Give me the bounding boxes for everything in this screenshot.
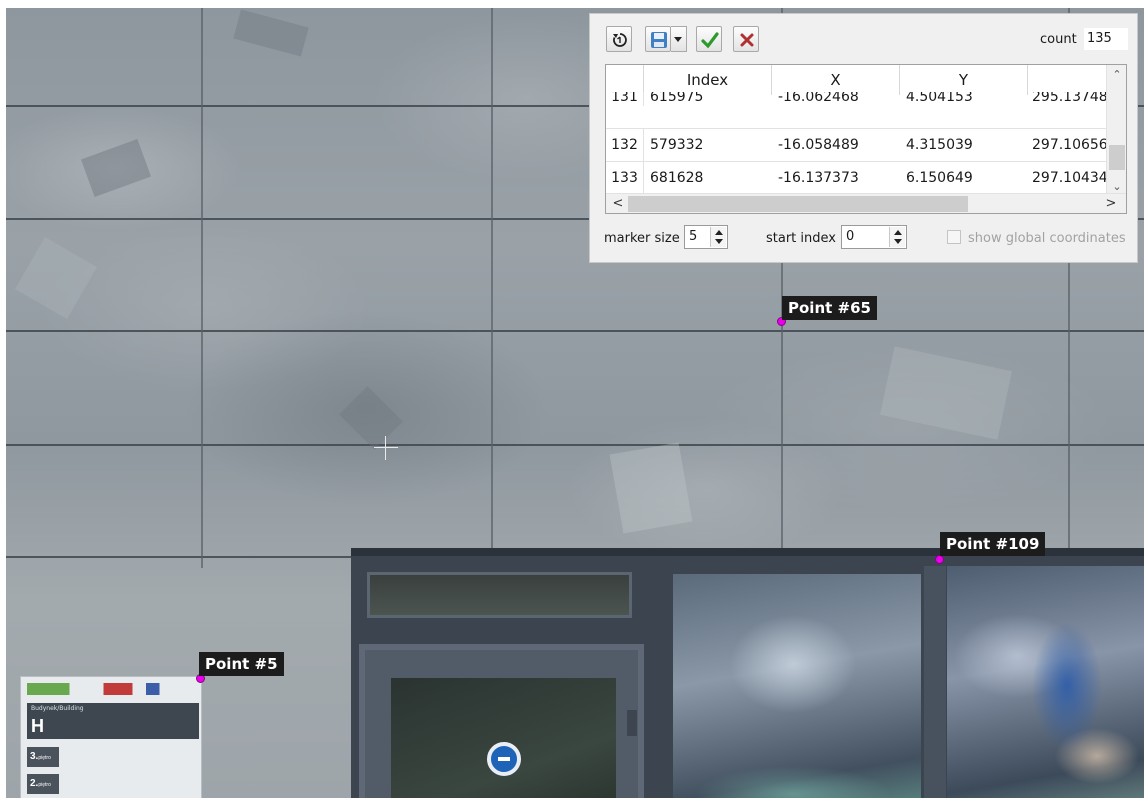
column-header-y[interactable]: Y [900,65,1028,95]
spinbox-arrows-icon[interactable] [889,227,905,247]
row-header: 132 [606,129,644,162]
texture-patch [15,237,97,319]
window-mullion [924,566,946,798]
chevron-up-icon[interactable]: ⌃ [1109,67,1125,83]
texture-patch [609,442,693,534]
point-list-panel: count 135 Index X Y Z 131 615975 -16.062… [589,13,1138,263]
sign-building-caption: Budynek/Building [31,705,84,712]
column-header-index[interactable]: Index [644,65,772,95]
crosshair-icon [374,436,398,460]
marker-size-label: marker size [604,231,680,246]
facade-seam [201,8,203,568]
export-dropdown-button[interactable] [671,26,687,52]
sign-building-header: Budynek/Building H [27,703,199,739]
cell-index[interactable]: 681628 [650,162,703,195]
horizontal-scroll-thumb[interactable] [628,196,968,212]
texture-patch [233,9,309,57]
save-export-icon [651,32,667,48]
count-value: 135 [1084,28,1128,50]
validate-button[interactable] [696,26,722,52]
cell-x[interactable]: -16.058489 [778,129,859,162]
start-index-label: start index [766,231,836,246]
sign-floor-caption: piętro [38,755,51,761]
facade-seam [6,330,1144,332]
facade-seam [6,444,1144,446]
door-handle [627,710,637,736]
cell-z[interactable]: 297.10656 [1032,129,1106,162]
marker-size-value[interactable]: 5 [689,229,697,244]
point-marker-109[interactable] [935,555,944,564]
close-icon [740,33,754,47]
start-index-spinbox[interactable]: 0 [841,225,907,249]
column-header-x[interactable]: X [772,65,900,95]
storefront [351,548,1144,798]
table-row[interactable]: 131 615975 -16.062468 4.504153 295.13748 [606,92,1106,108]
cell-index[interactable]: 615975 [650,92,703,106]
point-label-65[interactable]: Point #65 [782,296,877,320]
vertical-scrollbar[interactable]: ⌃ ⌄ [1106,65,1126,197]
chevron-right-icon[interactable]: > [1103,195,1119,213]
cell-z[interactable]: 295.13748 [1032,92,1106,106]
row-header: 133 [606,162,644,195]
facade-seam [491,8,493,568]
building-sign: Budynek/Building H 3.piętro 2.piętro [20,676,202,798]
point-label-109[interactable]: Point #109 [940,532,1046,556]
horizontal-scrollbar[interactable]: < > [606,193,1126,213]
shop-window [673,574,921,798]
texture-patch [880,346,1012,440]
reset-button[interactable] [606,26,632,52]
texture-patch [80,138,152,198]
start-index-value[interactable]: 0 [846,229,854,244]
table-row[interactable]: 132 579332 -16.058489 4.315039 297.10656 [606,128,1106,162]
cell-y[interactable]: 4.504153 [906,92,973,106]
table-corner-header [606,65,644,95]
reset-icon [613,33,627,47]
cell-y[interactable]: 4.315039 [906,129,973,162]
table-row[interactable]: 133 681628 -16.137373 6.150649 297.10434 [606,161,1106,195]
sign-floor-2: 2.piętro [27,774,59,794]
spinbox-arrows-icon[interactable] [710,227,726,247]
chevron-left-icon[interactable]: < [610,195,626,213]
point-label-5[interactable]: Point #5 [199,652,284,676]
shop-window [947,566,1144,798]
sign-logos [27,683,197,695]
points-table[interactable]: Index X Y Z 131 615975 -16.062468 4.5041… [605,64,1127,214]
door-glass [391,678,616,798]
sign-floor-3: 3.piętro [27,747,59,767]
cell-z[interactable]: 297.10434 [1032,162,1106,195]
entrance-door [359,644,644,798]
transom-window [367,572,632,618]
vertical-scroll-thumb[interactable] [1109,145,1125,170]
sign-floor-caption: piętro [38,782,51,788]
cell-x[interactable]: -16.137373 [778,162,859,195]
no-entry-sign [487,742,521,776]
cell-y[interactable]: 6.150649 [906,162,973,195]
checkmark-icon [701,32,719,49]
cancel-button[interactable] [733,26,759,52]
row-header: 131 [606,92,644,106]
count-label: count [1040,32,1077,47]
cell-index[interactable]: 579332 [650,129,703,162]
cell-x[interactable]: -16.062468 [778,92,859,106]
global-coordinates-checkbox[interactable] [947,230,961,244]
export-button[interactable] [645,26,671,52]
sign-building-letter: H [31,716,44,736]
marker-size-spinbox[interactable]: 5 [684,225,728,249]
global-coordinates-label[interactable]: show global coordinates [968,231,1126,246]
